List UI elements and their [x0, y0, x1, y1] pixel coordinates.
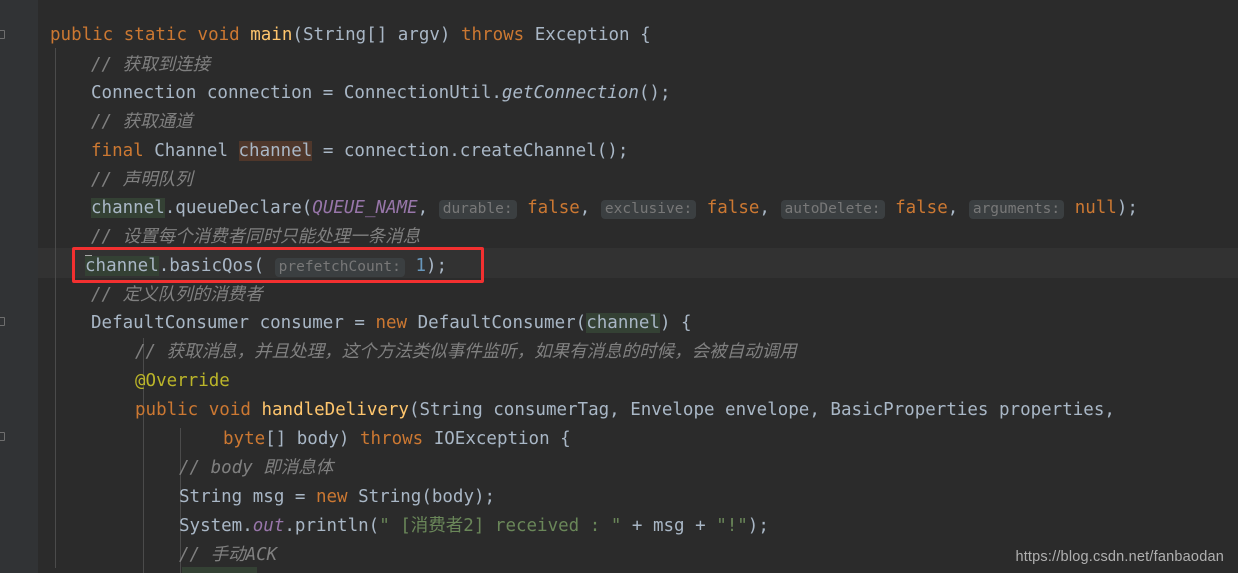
token-keyword: void [208, 400, 251, 420]
token-comment: // 获取通道 [91, 112, 193, 132]
token-punctuation: ); [1116, 198, 1138, 218]
token-class-ref: System. [179, 516, 253, 536]
token-number: 1 [415, 256, 426, 276]
token-expression: = connection.createChannel(); [312, 141, 629, 161]
token-type: String [302, 25, 367, 45]
token-annotation: @Override [135, 371, 230, 391]
token-keyword: new [375, 313, 408, 333]
param-hint-arguments[interactable]: arguments: [968, 200, 1065, 219]
param-hint-prefetchcount[interactable]: prefetchCount: [274, 258, 405, 277]
token-type: DefaultConsumer( [407, 313, 587, 333]
token-keyword: false [895, 198, 948, 218]
code-line[interactable]: final Channel channel = connection.creat… [91, 136, 628, 166]
token-params: [] body) [265, 429, 360, 449]
token-punctuation: ( [292, 25, 303, 45]
code-line[interactable]: Connection connection = ConnectionUtil.g… [91, 78, 670, 108]
token-keyword: false [706, 198, 760, 218]
token-comment: // 声明队列 [91, 170, 193, 190]
token-declaration: DefaultConsumer consumer = [91, 313, 376, 333]
token-comment: // 获取消息，并且处理，这个方法类似事件监听，如果有消息的时候，会被自动调用 [135, 342, 797, 362]
code-line[interactable]: // 手动ACK [179, 540, 277, 570]
code-line[interactable]: @Override [135, 366, 230, 396]
code-line[interactable]: // 设置每个消费者同时只能处理一条消息 [91, 222, 420, 252]
token-punctuation: ) { [659, 313, 692, 333]
token-type: IOException { [423, 429, 571, 449]
token-method-name: main [250, 25, 293, 45]
token-expression: String(body); [347, 487, 496, 507]
token-static-method: getConnection [501, 83, 639, 103]
token-type: Exception { [524, 25, 651, 45]
param-hint-exclusive[interactable]: exclusive: [600, 200, 697, 219]
code-line[interactable]: // 获取到连接 [91, 50, 210, 80]
param-hint-autodelete[interactable]: autoDelete: [780, 200, 885, 219]
token-comment: // 设置每个消费者同时只能处理一条消息 [91, 227, 421, 247]
token-comment: // body 即消息体 [179, 458, 334, 478]
token-keyword: throws [359, 429, 424, 449]
token-identifier-highlighted-partial [182, 567, 257, 573]
token-keyword: public [135, 400, 199, 420]
token-params: [] argv) [366, 25, 461, 45]
token-comment: // 手动ACK [179, 545, 278, 565]
code-line[interactable]: public static void main(String[] argv) t… [50, 20, 651, 50]
code-line[interactable]: // 声明队列 [91, 165, 193, 195]
code-line[interactable]: // 获取通道 [91, 107, 193, 137]
token-keyword: byte [223, 429, 266, 449]
token-method-call: .println( [284, 516, 380, 536]
token-method-call: .basicQos( [158, 256, 275, 276]
token-string: "!" [716, 516, 748, 536]
token-operator: + msg + [621, 516, 717, 536]
token-keyword: null [1074, 198, 1117, 218]
token-type: Channel [143, 141, 239, 161]
token-comment: // 获取到连接 [91, 55, 211, 75]
token-punctuation: ); [425, 256, 448, 276]
token-keyword: final [91, 141, 144, 161]
token-declaration: String msg = [179, 487, 316, 507]
token-method-name: handleDelivery [261, 400, 409, 420]
token-string: " [消费者2] received : " [379, 516, 622, 536]
code-editor-screenshot: public static void main(String[] argv) t… [0, 0, 1238, 573]
token-params: (String consumerTag, Envelope envelope, … [408, 400, 1115, 420]
token-keyword: public [50, 25, 114, 45]
editor-text-area[interactable]: public static void main(String[] argv) t… [0, 0, 1238, 573]
code-line[interactable]: System.out.println(" [消费者2] received : "… [179, 511, 769, 541]
token-identifier-highlighted: channel [238, 141, 313, 161]
code-line[interactable]: // 获取消息，并且处理，这个方法类似事件监听，如果有消息的时候，会被自动调用 [135, 337, 797, 367]
token-keyword: false [527, 198, 580, 218]
token-comment: // 定义队列的消费者 [91, 285, 263, 305]
code-line[interactable]: byte[] body) throws IOException { [223, 424, 571, 454]
token-keyword: void [197, 25, 240, 45]
watermark-text: https://blog.csdn.net/fanbaodan [1015, 549, 1224, 565]
token-constant: QUEUE_NAME [312, 198, 418, 218]
token-identifier-highlighted: channel [91, 198, 165, 218]
token-identifier-highlighted: channel [586, 313, 660, 333]
code-line[interactable]: // 定义队列的消费者 [91, 280, 263, 310]
token-punctuation: (); [638, 83, 671, 103]
token-punctuation: ); [747, 516, 769, 536]
param-hint-durable[interactable]: durable: [438, 200, 517, 219]
code-line-basic-qos[interactable]: channel.basicQos( prefetchCount: 1); [85, 251, 447, 281]
token-static-field: out [252, 516, 285, 536]
code-line[interactable]: DefaultConsumer consumer = new DefaultCo… [91, 308, 692, 338]
code-line[interactable]: channel.queueDeclare(QUEUE_NAME, durable… [91, 193, 1138, 223]
code-line[interactable]: public void handleDelivery(String consum… [135, 395, 1115, 425]
code-line[interactable]: // body 即消息体 [179, 453, 333, 483]
token-keyword: static [123, 25, 187, 45]
token-keyword: throws [460, 25, 525, 45]
code-line[interactable]: String msg = new String(body); [179, 482, 495, 512]
token-identifier: Connection connection = ConnectionUtil. [91, 83, 502, 103]
token-method-call: .queueDeclare( [164, 198, 313, 218]
token-identifier-highlighted: channel [85, 256, 159, 276]
token-keyword: new [315, 487, 348, 507]
